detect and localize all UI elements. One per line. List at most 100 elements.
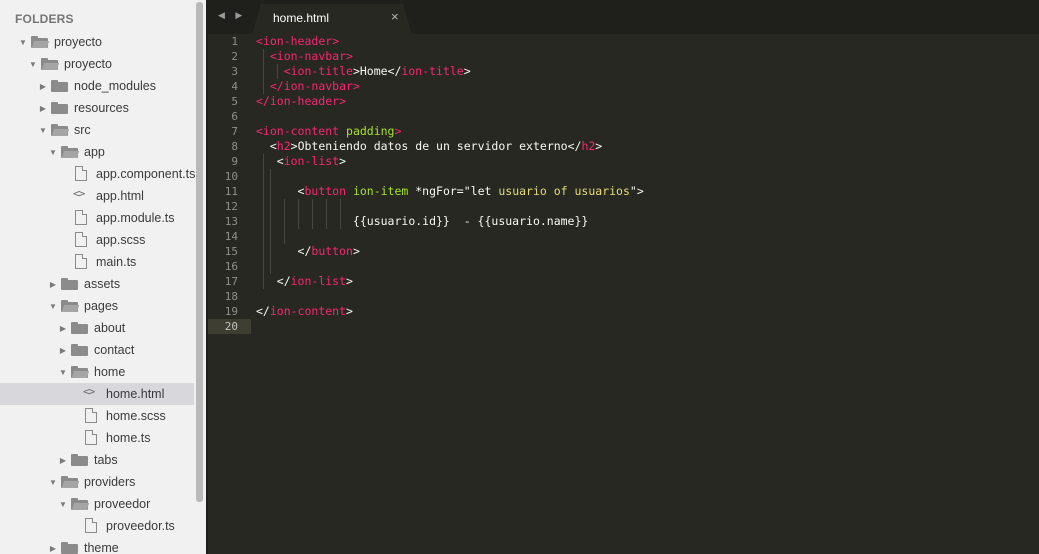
chevron-down-icon[interactable]: ▼ [48,295,58,317]
folder-icon [71,344,88,356]
indent-guide [263,64,264,79]
code-line: <ion-content padding> [256,124,644,139]
tree-item[interactable]: ▼ src [0,119,194,141]
folder-open-icon [71,498,88,510]
code-token: *ngFor=" [408,184,471,198]
code-token: button [304,184,353,198]
code-token: usuario of usuarios [498,184,630,198]
tree-item[interactable]: app.module.ts [0,207,194,229]
tree-item[interactable]: ▼ pages [0,295,194,317]
tree-item[interactable]: main.ts [0,251,194,273]
chevron-right-icon[interactable]: ▶ [38,75,48,97]
tree-item[interactable]: proveedor.ts [0,515,194,537]
folder-icon [61,542,78,554]
code-token: padding [346,124,395,138]
chevron-right-icon[interactable]: ▶ [48,273,58,295]
line-number: 20 [224,320,238,333]
line-number: 1 [231,35,238,48]
chevron-right-icon[interactable]: ▶ [58,449,68,471]
code-token: h2 [581,139,596,153]
close-icon[interactable]: × [391,9,399,24]
chevron-down-icon[interactable]: ▼ [48,471,58,493]
file-icon [73,210,90,225]
code-token: <ion-title [283,64,353,78]
indent-guide [263,79,264,94]
code-token: </ [256,304,270,318]
line-number: 7 [231,125,238,138]
indent-guide [284,214,285,229]
tab-nav-arrows-icon[interactable]: ◀ ▶ [218,10,246,21]
tree-item[interactable]: app.scss [0,229,194,251]
chevron-down-icon[interactable]: ▼ [18,31,28,53]
tree-item[interactable]: ▼ app [0,141,194,163]
code-token: < [256,34,263,48]
sidebar: FOLDERS ▼ proyecto ▼ proyecto ▶ node_modules ▶… [0,0,206,554]
code-token: </ [256,244,312,258]
code-token: >Obteniendo datos de un servidor externo… [290,139,582,153]
code-line: <ion-title>Home</ion-title> [256,64,644,79]
code-token: ion-list [283,154,340,168]
chevron-down-icon[interactable]: ▼ [48,141,58,163]
tree-item[interactable]: <> app.html [0,185,194,207]
code-token: <ion-content [256,124,347,138]
tree-item[interactable]: app.component.ts [0,163,196,185]
tree-item[interactable]: ▼ providers [0,471,194,493]
code-token: button [311,244,353,258]
indent-guide [284,199,285,214]
line-number: 18 [224,290,238,303]
tree-item[interactable]: home.ts [0,427,194,449]
tree-item-label: app.component.ts [96,167,196,181]
folder-open-icon [51,124,68,136]
code-token: "> [629,184,644,198]
tree-item[interactable]: ▶ resources [0,97,194,119]
indent-guide [312,199,313,214]
tree-item-label: app.module.ts [96,211,175,225]
file-icon [73,232,90,247]
code-token: </ion-header> [256,94,347,108]
sidebar-scrollbar[interactable] [196,2,203,502]
indent-guide [284,229,285,244]
tree-item-label: app.html [96,189,144,203]
tree-item[interactable]: home.scss [0,405,194,427]
line-number: 4 [231,80,238,93]
chevron-down-icon[interactable]: ▼ [38,119,48,141]
tree-item[interactable]: ▼ proyecto [0,53,194,75]
tree-item[interactable]: ▼ home [0,361,194,383]
tree-item[interactable]: ▶ theme [0,537,194,554]
folder-icon [61,278,78,290]
code-token: > [352,244,360,258]
line-number-gutter: 1 2 3 4 5 6 7 8 9 10 11 12 13 14 15 16 17 18 19 20 [208,34,238,334]
tree-item[interactable]: ▼ proveedor [0,493,194,515]
tree-item[interactable]: ▶ tabs [0,449,194,471]
chevron-right-icon[interactable]: ▶ [38,97,48,119]
tree-item[interactable]: ▼ proyecto [0,31,194,53]
line-number: 19 [224,305,238,318]
line-number: 2 [231,50,238,63]
chevron-right-icon[interactable]: ▶ [58,339,68,361]
code-line: <ion-header> [256,34,644,49]
tree-item-label: main.ts [96,255,137,269]
line-number: 14 [224,230,238,243]
chevron-down-icon[interactable]: ▼ [28,53,38,75]
tree-item[interactable]: ▶ about [0,317,194,339]
tree-item[interactable]: ▶ contact [0,339,194,361]
chevron-down-icon[interactable]: ▼ [58,493,68,515]
code-line: <h2>Obteniendo datos de un servidor exte… [256,139,644,154]
code-editor[interactable]: 1 2 3 4 5 6 7 8 9 10 11 12 13 14 15 16 17 18 19 20 <ion-hea… [208,34,1039,554]
tree-item[interactable]: ▶ assets [0,273,194,295]
code-area[interactable]: <ion-header> <ion-navbar> <ion-title>Hom… [256,34,644,334]
tree-item[interactable]: <> home.html [0,383,194,405]
code-line: </button> [256,244,644,259]
code-file-icon: <> [83,385,95,398]
code-token: </ion-navbar> [269,79,360,93]
tab-home-html[interactable]: home.html × [252,4,412,34]
line-number: 16 [224,260,238,273]
line-number: 17 [224,275,238,288]
tree-item-label: providers [84,475,136,489]
chevron-right-icon[interactable]: ▶ [48,537,58,554]
chevron-right-icon[interactable]: ▶ [58,317,68,339]
code-token: let [470,184,499,198]
tree-item[interactable]: ▶ node_modules [0,75,194,97]
chevron-down-icon[interactable]: ▼ [58,361,68,383]
